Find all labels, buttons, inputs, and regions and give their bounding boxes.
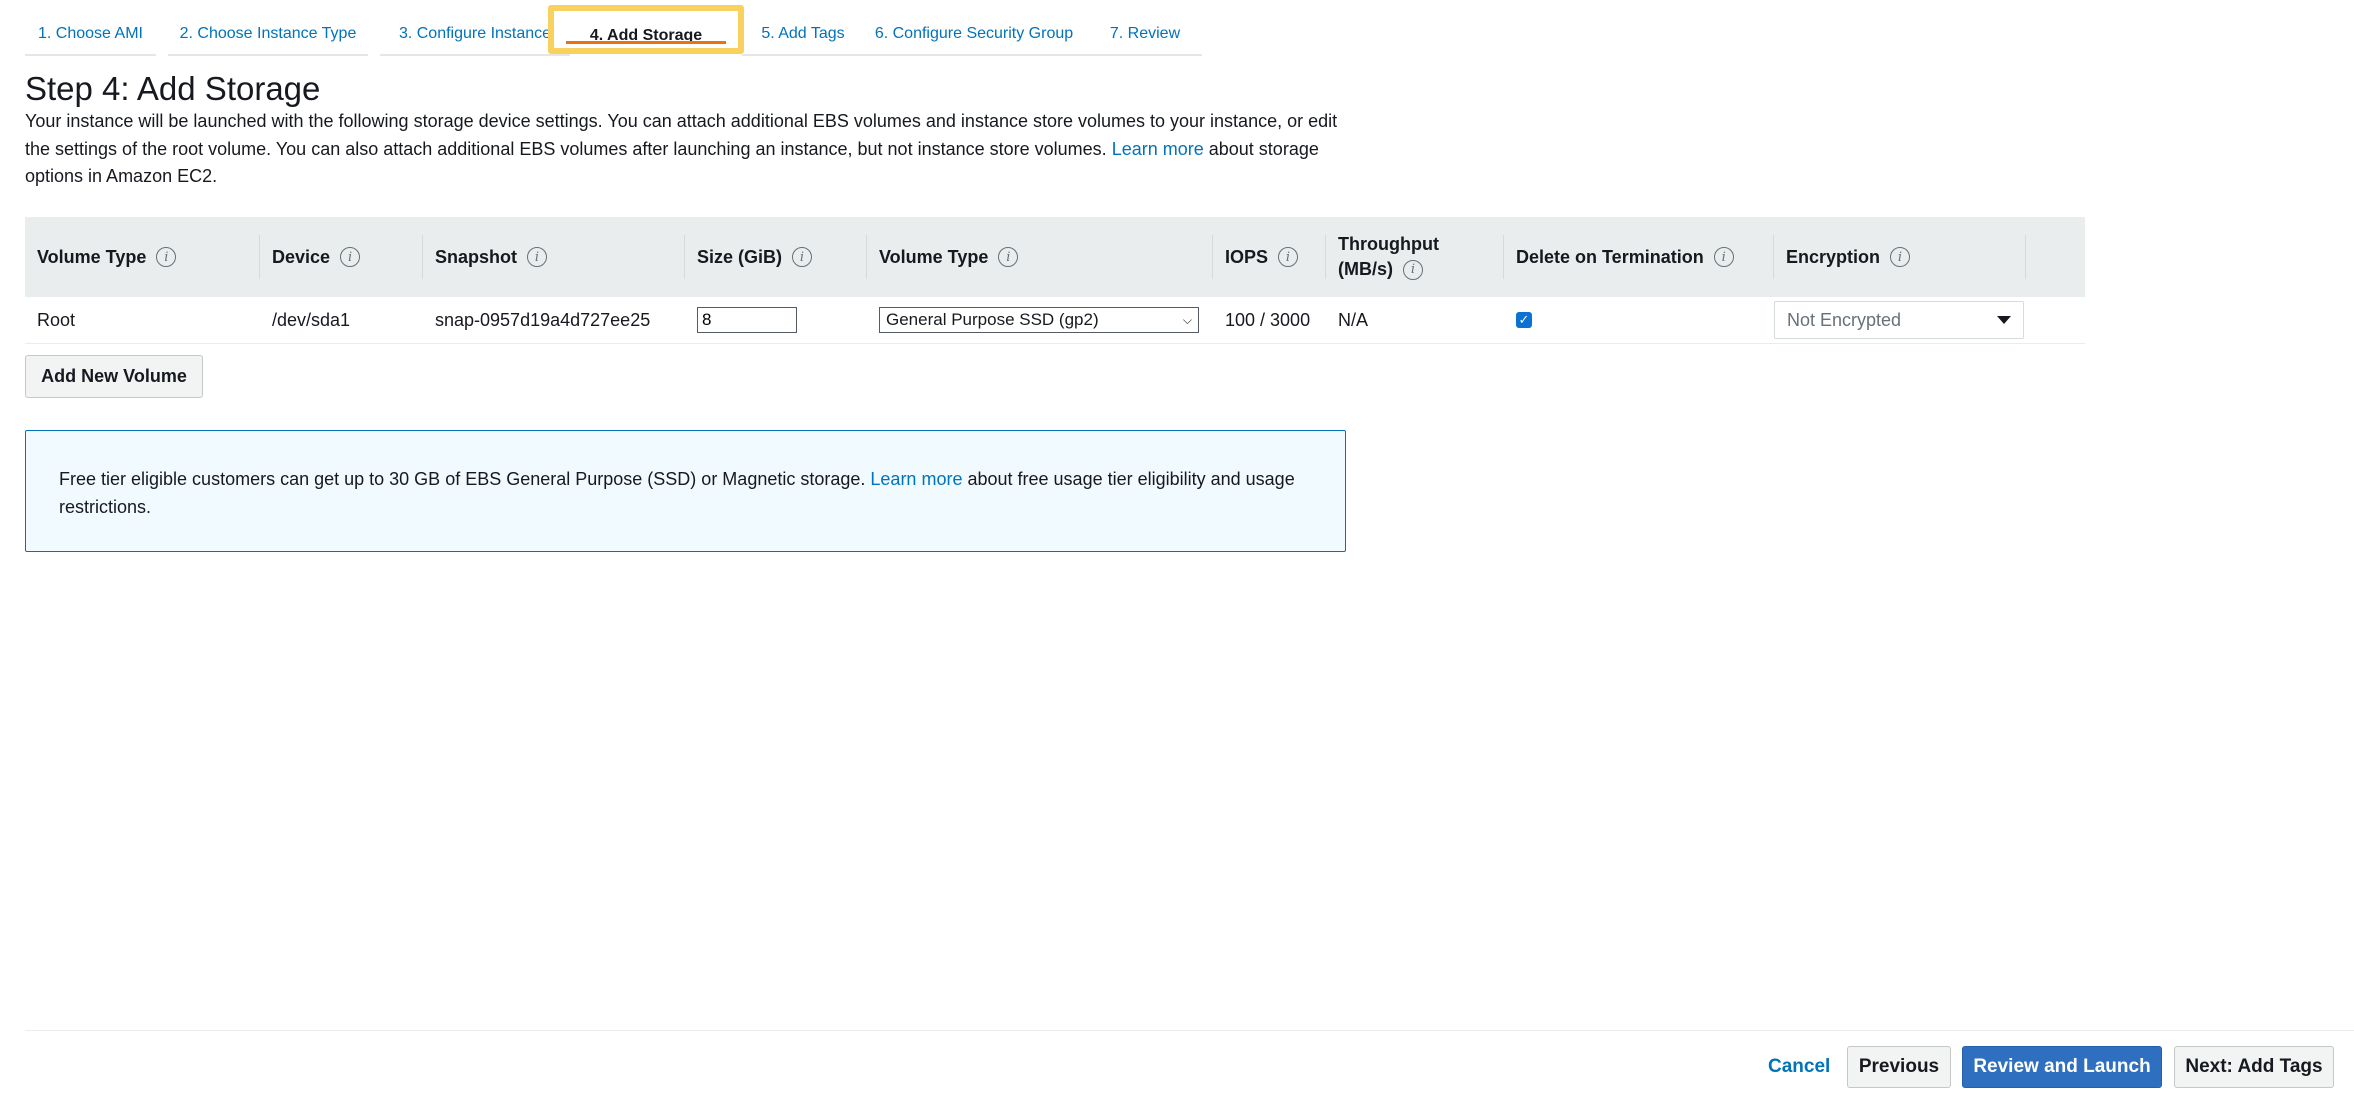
encryption-select[interactable]: Not Encrypted — [1774, 301, 2024, 339]
cell-throughput: N/A — [1338, 309, 1369, 330]
tab-add-storage[interactable]: 4. Add Storage — [548, 5, 744, 54]
intro-text: Your instance will be launched with the … — [25, 108, 1355, 191]
volume-type-select[interactable]: General Purpose SSD (gp2) ⌵ — [879, 307, 1199, 333]
header-encryption: Encryption i — [1774, 217, 2026, 297]
tab-choose-instance-type[interactable]: 2. Choose Instance Type — [168, 14, 368, 56]
header-iops: IOPS i — [1213, 217, 1326, 297]
header-size: Size (GiB) i — [685, 217, 867, 297]
header-volume-type: Volume Type i — [25, 217, 260, 297]
info-text-part-1: Free tier eligible customers can get up … — [59, 469, 866, 489]
chevron-down-icon: ⌵ — [1182, 312, 1192, 327]
free-tier-info-box: Free tier eligible customers can get up … — [25, 430, 1346, 552]
header-throughput: Throughput (MB/s) i — [1326, 217, 1504, 297]
header-label: Snapshot — [435, 246, 518, 267]
cell-encryption: Not Encrypted — [1774, 297, 2044, 343]
footer-divider — [25, 1030, 2354, 1031]
info-icon[interactable]: i — [527, 247, 548, 267]
header-label-unit: (MB/s) — [1338, 259, 1393, 279]
page-title: Step 4: Add Storage — [25, 70, 321, 107]
review-and-launch-button[interactable]: Review and Launch — [1962, 1046, 2162, 1088]
tab-configure-instance[interactable]: 3. Configure Instance — [380, 14, 570, 56]
cell-ebs-volume-type: General Purpose SSD (gp2) ⌵ — [867, 297, 1213, 343]
tab-review[interactable]: 7. Review — [1088, 14, 1202, 56]
info-icon[interactable]: i — [156, 247, 177, 267]
cell-delete-on-termination: ✓ — [1504, 297, 1774, 343]
table-header: Volume Type i Device i Snapshot i Size (… — [25, 217, 2085, 297]
checkmark-icon: ✓ — [1518, 312, 1530, 327]
caret-down-icon — [1997, 316, 2011, 324]
header-label: Size (GiB) — [697, 246, 783, 267]
header-label-line-2: (MB/s) i — [1338, 257, 1439, 282]
previous-button[interactable]: Previous — [1847, 1046, 1951, 1088]
cell-volume-type: Root — [37, 309, 76, 330]
cell-snapshot: snap-0957d19a4d727ee25 — [435, 309, 651, 330]
storage-table: Volume Type i Device i Snapshot i Size (… — [25, 217, 2085, 344]
info-icon[interactable]: i — [1278, 247, 1299, 267]
volume-type-selected-value: General Purpose SSD (gp2) — [886, 310, 1099, 329]
info-icon[interactable]: i — [340, 247, 361, 267]
header-ebs-volume-type: Volume Type i — [867, 217, 1213, 297]
encryption-selected-value: Not Encrypted — [1787, 309, 1902, 330]
ec2-launch-wizard-page: 1. Choose AMI 2. Choose Instance Type 3.… — [0, 0, 2354, 1104]
next-add-tags-button[interactable]: Next: Add Tags — [2174, 1046, 2334, 1088]
header-label: Volume Type — [37, 246, 147, 267]
cell-iops: 100 / 3000 — [1225, 309, 1311, 330]
free-tier-learn-more-link[interactable]: Learn more — [870, 469, 962, 489]
header-delete-on-termination: Delete on Termination i — [1504, 217, 1774, 297]
info-icon[interactable]: i — [1890, 247, 1911, 267]
info-icon[interactable]: i — [998, 247, 1019, 267]
delete-on-termination-checkbox[interactable]: ✓ — [1516, 312, 1532, 328]
active-tab-indicator — [566, 41, 726, 44]
table-row: Root /dev/sda1 snap-0957d19a4d727ee25 Ge… — [25, 297, 2085, 344]
header-label: Delete on Termination — [1516, 246, 1704, 267]
tab-configure-security-group[interactable]: 6. Configure Security Group — [850, 14, 1098, 56]
size-input[interactable] — [697, 307, 797, 333]
tab-choose-ami[interactable]: 1. Choose AMI — [25, 14, 156, 56]
header-device: Device i — [260, 217, 423, 297]
info-icon[interactable]: i — [1403, 259, 1423, 280]
tab-add-tags[interactable]: 5. Add Tags — [742, 14, 864, 56]
header-label: IOPS — [1225, 246, 1269, 267]
cell-device: /dev/sda1 — [272, 309, 351, 330]
header-label: Throughput (MB/s) i — [1338, 232, 1439, 282]
learn-more-link[interactable]: Learn more — [1112, 139, 1204, 159]
add-new-volume-button[interactable]: Add New Volume — [25, 355, 203, 398]
cancel-link[interactable]: Cancel — [1768, 1046, 1830, 1088]
header-label-line-1: Throughput — [1338, 234, 1439, 254]
header-label: Encryption — [1786, 246, 1881, 267]
header-label: Volume Type — [879, 246, 989, 267]
header-label: Device — [272, 246, 331, 267]
header-snapshot: Snapshot i — [423, 217, 685, 297]
cell-size — [685, 297, 867, 343]
column-divider — [2025, 235, 2026, 279]
info-icon[interactable]: i — [792, 247, 813, 267]
info-icon[interactable]: i — [1713, 247, 1734, 267]
